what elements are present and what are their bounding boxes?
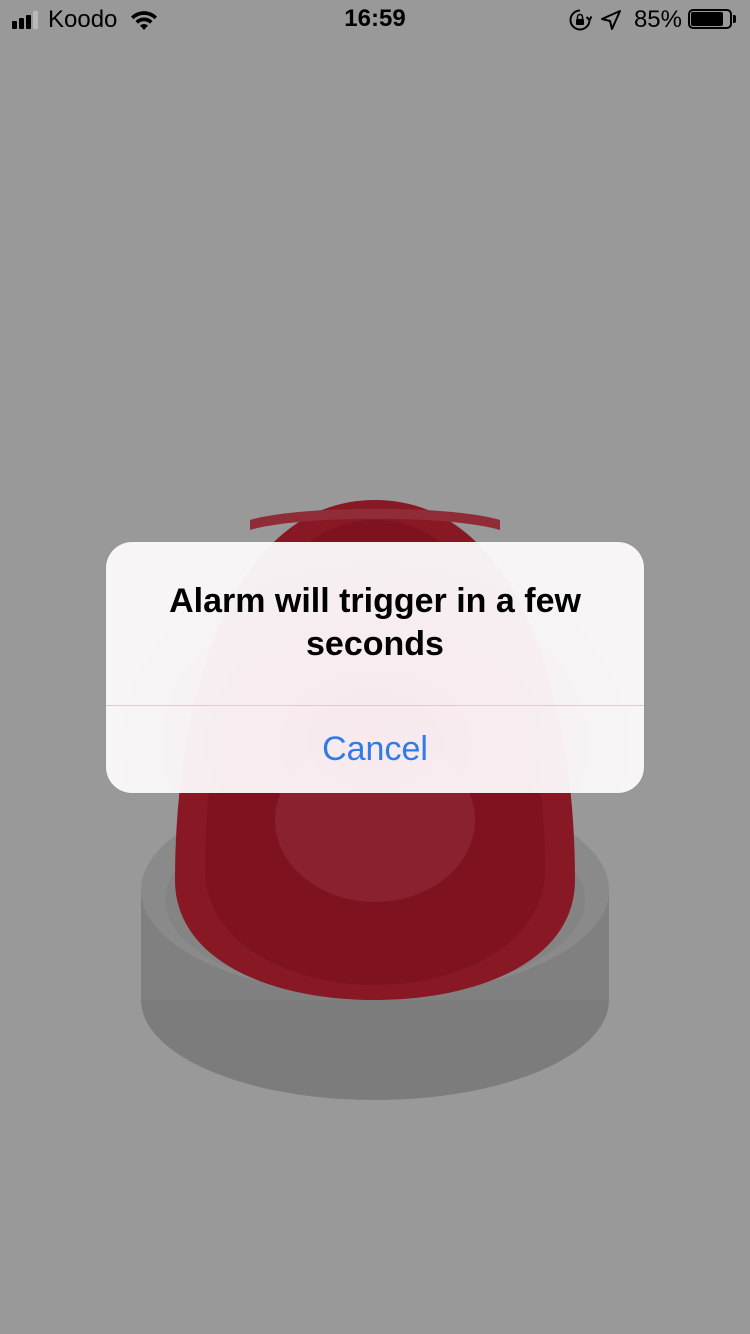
app-screen: Koodo 16:59 85% Alarm will trigger in a … — [0, 0, 750, 1334]
status-bar: Koodo 16:59 85% — [0, 0, 750, 40]
alert-message: Alarm will trigger in a few seconds — [169, 582, 581, 663]
cancel-button[interactable]: Cancel — [106, 706, 644, 793]
alarm-alert-dialog: Alarm will trigger in a few seconds Canc… — [106, 542, 644, 793]
location-arrow-icon — [600, 10, 621, 30]
status-right: 85% — [568, 6, 738, 34]
rotation-lock-icon — [569, 9, 592, 31]
battery-percentage: 85% — [633, 6, 682, 33]
battery-icon — [688, 9, 738, 31]
